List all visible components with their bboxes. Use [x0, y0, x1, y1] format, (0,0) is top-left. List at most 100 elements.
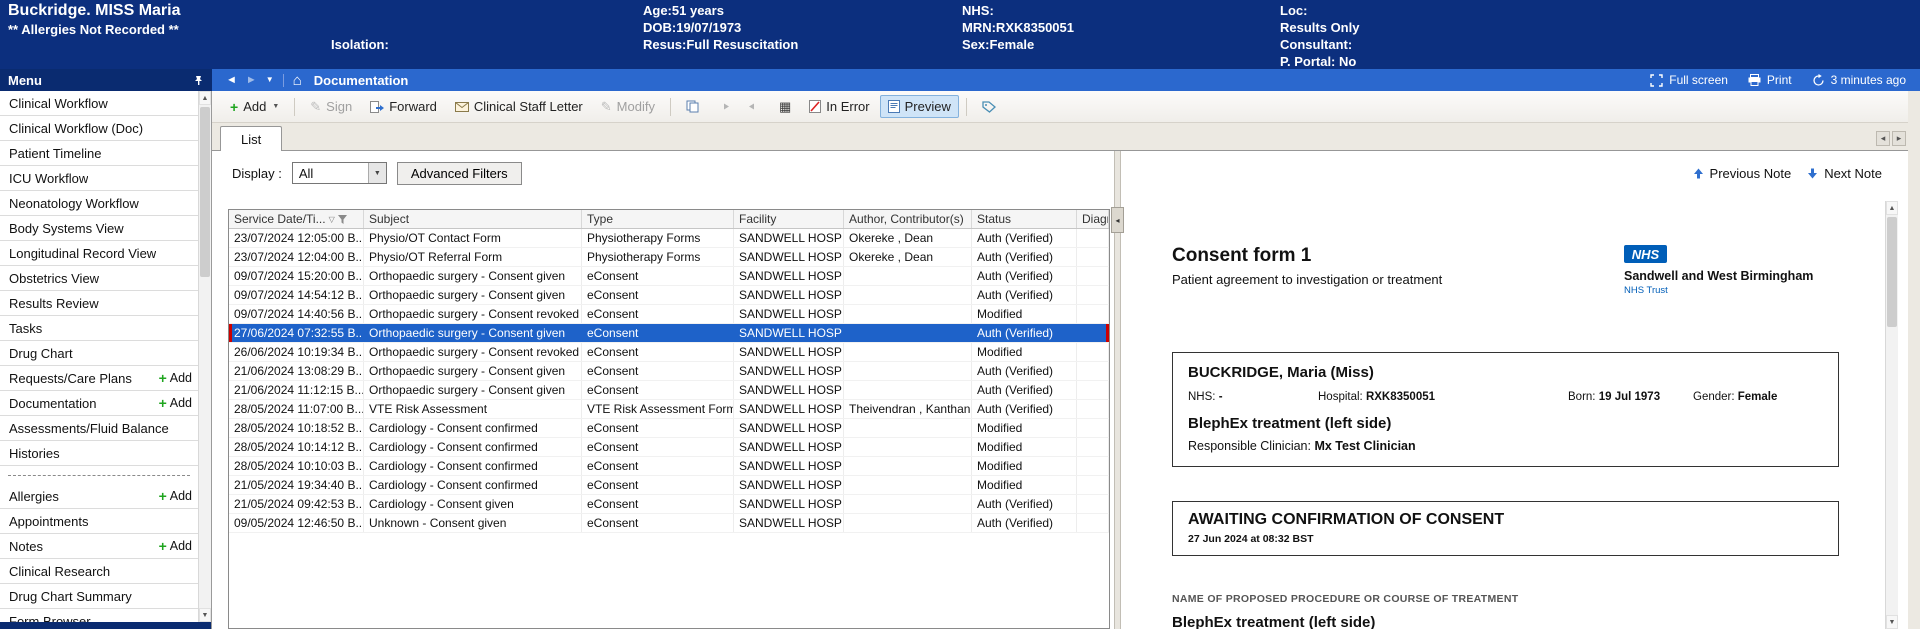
column-header-subject[interactable]: Subject [364, 210, 582, 228]
document-row[interactable]: 21/05/2024 09:42:53 B... Cardiology - Co… [229, 495, 1109, 514]
sidebar-item[interactable]: Longitudinal Record View [0, 241, 198, 266]
sidebar-item[interactable]: ICU Workflow [0, 166, 198, 191]
sidebar-add-label: Add [169, 489, 192, 503]
sidebar-item[interactable]: Notes + Add [0, 534, 198, 559]
panel-splitter[interactable]: ◂ [1111, 151, 1124, 629]
copy-button[interactable] [678, 96, 707, 117]
sidebar-item-label: Requests/Care Plans [9, 370, 132, 386]
previous-note-button[interactable]: Previous Note [1693, 166, 1791, 181]
pin-icon[interactable] [193, 75, 204, 86]
sidebar-item[interactable]: Clinical Research [0, 559, 198, 584]
scroll-down-icon[interactable]: ▼ [199, 608, 211, 622]
patient-mrn: MRN:RXK8350051 [962, 20, 1074, 35]
sidebar-item[interactable]: Results Review [0, 291, 198, 316]
document-row[interactable]: 09/07/2024 14:40:56 B... Orthopaedic sur… [229, 305, 1109, 324]
route-back-button[interactable] [740, 97, 769, 116]
in-error-button[interactable]: In Error [801, 95, 877, 118]
document-row[interactable]: 09/07/2024 15:20:00 B... Orthopaedic sur… [229, 267, 1109, 286]
next-note-button[interactable]: Next Note [1807, 166, 1882, 181]
back-icon[interactable]: ◄ [226, 74, 237, 86]
column-header-diagnosis[interactable]: Diagnosis [1077, 210, 1109, 228]
scrollbar-thumb[interactable] [200, 107, 210, 277]
cell-author [844, 305, 972, 323]
preview-button[interactable]: Preview [879, 95, 959, 118]
tag-button[interactable] [974, 97, 1004, 117]
banner-location: Loc: Results Only Consultant: P. Portal:… [1280, 2, 1359, 70]
document-row[interactable]: 28/05/2024 11:07:00 B... VTE Risk Assess… [229, 400, 1109, 419]
collapse-left-icon[interactable]: ◂ [1111, 207, 1124, 233]
scrollbar-thumb[interactable] [1887, 217, 1897, 327]
tab-scroll-right-icon[interactable]: ▸ [1892, 131, 1906, 146]
scroll-up-icon[interactable]: ▲ [199, 91, 211, 105]
document-row[interactable]: 28/05/2024 10:10:03 B... Cardiology - Co… [229, 457, 1109, 476]
document-row[interactable]: 21/06/2024 13:08:29 B... Orthopaedic sur… [229, 362, 1109, 381]
sidebar-item[interactable]: Drug Chart Summary [0, 584, 198, 609]
document-row[interactable]: 23/07/2024 12:04:00 B... Physio/OT Refer… [229, 248, 1109, 267]
document-row[interactable]: 21/05/2024 19:34:40 B... Cardiology - Co… [229, 476, 1109, 495]
column-header-service-date[interactable]: Service Date/Ti... ▽ [229, 210, 364, 228]
print-button[interactable]: Print [1748, 73, 1792, 87]
plus-icon: + [158, 370, 167, 386]
column-header-author[interactable]: Author, Contributor(s) [844, 210, 972, 228]
column-header-status[interactable]: Status [972, 210, 1077, 228]
sidebar-item[interactable]: Obstetrics View [0, 266, 198, 291]
document-row[interactable]: 23/07/2024 12:05:00 B... Physio/OT Conta… [229, 229, 1109, 248]
plus-icon: + [158, 395, 167, 411]
sidebar-item[interactable]: Requests/Care Plans + Add [0, 366, 198, 391]
scroll-down-icon[interactable]: ▼ [1886, 615, 1898, 629]
grid-view-button[interactable]: ▦ [771, 96, 799, 117]
forward-icon[interactable]: ► [246, 74, 257, 86]
home-icon[interactable]: ⌂ [293, 73, 302, 88]
document-row[interactable]: 26/06/2024 10:19:34 B... Orthopaedic sur… [229, 343, 1109, 362]
forward-button[interactable]: Forward [362, 95, 445, 118]
display-select[interactable]: All ▼ [291, 162, 387, 184]
fullscreen-button[interactable]: Full screen [1650, 73, 1728, 87]
sidebar-add-button[interactable]: + Add [159, 489, 192, 503]
sidebar-scrollbar[interactable]: ▲ ▼ [198, 91, 211, 622]
navigation-bar: Menu ◄ ► ▼ ⌂ Documentation Full screen P… [0, 69, 1920, 91]
clinical-staff-letter-button[interactable]: Clinical Staff Letter [447, 95, 591, 118]
sidebar-item[interactable]: Tasks [0, 316, 198, 341]
column-header-facility[interactable]: Facility [734, 210, 844, 228]
cell-diagnosis [1077, 514, 1109, 532]
add-button[interactable]: + Add ▼ [222, 95, 287, 118]
forward-document-icon [370, 100, 385, 113]
sidebar-item[interactable]: Body Systems View [0, 216, 198, 241]
document-row[interactable]: 28/05/2024 10:14:12 B... Cardiology - Co… [229, 438, 1109, 457]
cell-diagnosis [1077, 400, 1109, 418]
recent-views-dropdown-icon[interactable]: ▼ [266, 76, 274, 84]
sign-button[interactable]: ✎ Sign [302, 95, 360, 118]
document-row[interactable]: 27/06/2024 07:32:55 B... Orthopaedic sur… [229, 324, 1109, 343]
sort-icon[interactable]: ▽ [329, 215, 335, 224]
cell-type: eConsent [582, 343, 734, 361]
refresh-button[interactable]: 3 minutes ago [1812, 73, 1906, 87]
sidebar-item[interactable]: Documentation + Add [0, 391, 198, 416]
sidebar-item[interactable]: Clinical Workflow [0, 91, 198, 116]
document-row[interactable]: 09/07/2024 14:54:12 B... Orthopaedic sur… [229, 286, 1109, 305]
sidebar-add-button[interactable]: + Add [159, 371, 192, 385]
route-forward-button[interactable] [709, 97, 738, 116]
scroll-up-icon[interactable]: ▲ [1886, 201, 1898, 215]
modify-button[interactable]: ✎ Modify [593, 95, 663, 118]
advanced-filters-button[interactable]: Advanced Filters [396, 161, 522, 185]
sidebar-item[interactable]: Allergies + Add [0, 484, 198, 509]
sidebar-item[interactable]: Neonatology Workflow [0, 191, 198, 216]
cell-service-date: 09/07/2024 14:54:12 B... [229, 286, 364, 304]
tab-list[interactable]: List [220, 126, 283, 151]
tab-scroll-left-icon[interactable]: ◂ [1876, 131, 1890, 146]
column-header-type[interactable]: Type [582, 210, 734, 228]
sidebar-item[interactable]: Assessments/Fluid Balance [0, 416, 198, 441]
sidebar-item[interactable]: Appointments [0, 509, 198, 534]
preview-scrollbar[interactable]: ▲ ▼ [1885, 201, 1898, 629]
sidebar-item[interactable]: Histories [0, 441, 198, 466]
document-row[interactable]: 09/05/2024 12:46:50 B... Unknown - Conse… [229, 514, 1109, 533]
menu-header[interactable]: Menu [0, 69, 212, 91]
sidebar-item[interactable]: Clinical Workflow (Doc) [0, 116, 198, 141]
cell-facility: SANDWELL HOSP [734, 438, 844, 456]
sidebar-add-button[interactable]: + Add [159, 396, 192, 410]
sidebar-add-button[interactable]: + Add [159, 539, 192, 553]
document-row[interactable]: 28/05/2024 10:18:52 B... Cardiology - Co… [229, 419, 1109, 438]
sidebar-item[interactable]: Patient Timeline [0, 141, 198, 166]
sidebar-item[interactable]: Drug Chart [0, 341, 198, 366]
document-row[interactable]: 21/06/2024 11:12:15 B... Orthopaedic sur… [229, 381, 1109, 400]
